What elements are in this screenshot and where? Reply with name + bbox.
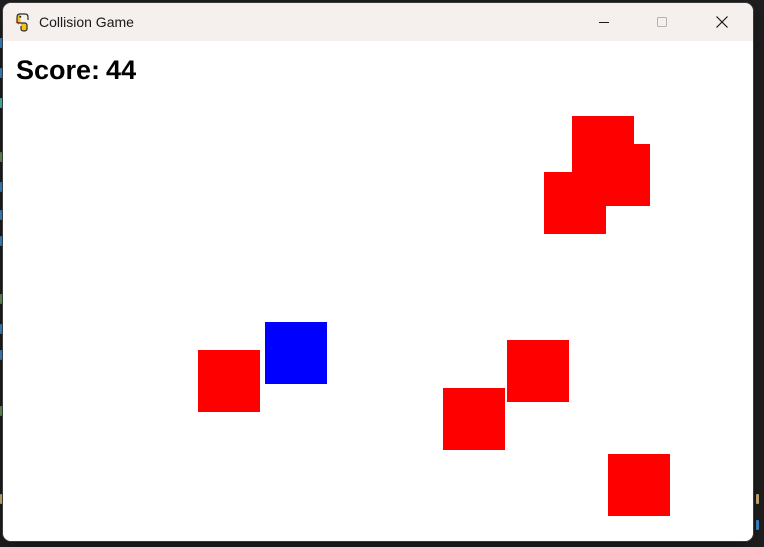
enemy-block	[198, 350, 260, 412]
maximize-icon	[657, 17, 667, 27]
minimize-icon	[599, 22, 609, 23]
window-title: Collision Game	[39, 14, 134, 30]
score-value: 44	[106, 55, 137, 85]
game-canvas[interactable]: Score: 44	[3, 41, 753, 541]
minimize-button[interactable]	[575, 3, 633, 41]
title-bar[interactable]: Collision Game	[3, 3, 753, 41]
close-button[interactable]	[693, 3, 751, 41]
background-text-fragment	[756, 520, 759, 530]
score-label: Score:	[16, 55, 101, 85]
close-icon	[716, 16, 728, 28]
enemy-block	[608, 454, 670, 516]
score-display: Score: 44	[16, 55, 136, 85]
maximize-button[interactable]	[633, 3, 691, 41]
background-text-fragment	[756, 494, 759, 504]
game-window: Collision Game Score: 44	[3, 3, 753, 541]
enemy-block	[507, 340, 569, 402]
enemy-block	[544, 172, 606, 234]
enemy-block	[443, 388, 505, 450]
python-snake-icon	[15, 13, 29, 32]
player-block	[265, 322, 327, 384]
